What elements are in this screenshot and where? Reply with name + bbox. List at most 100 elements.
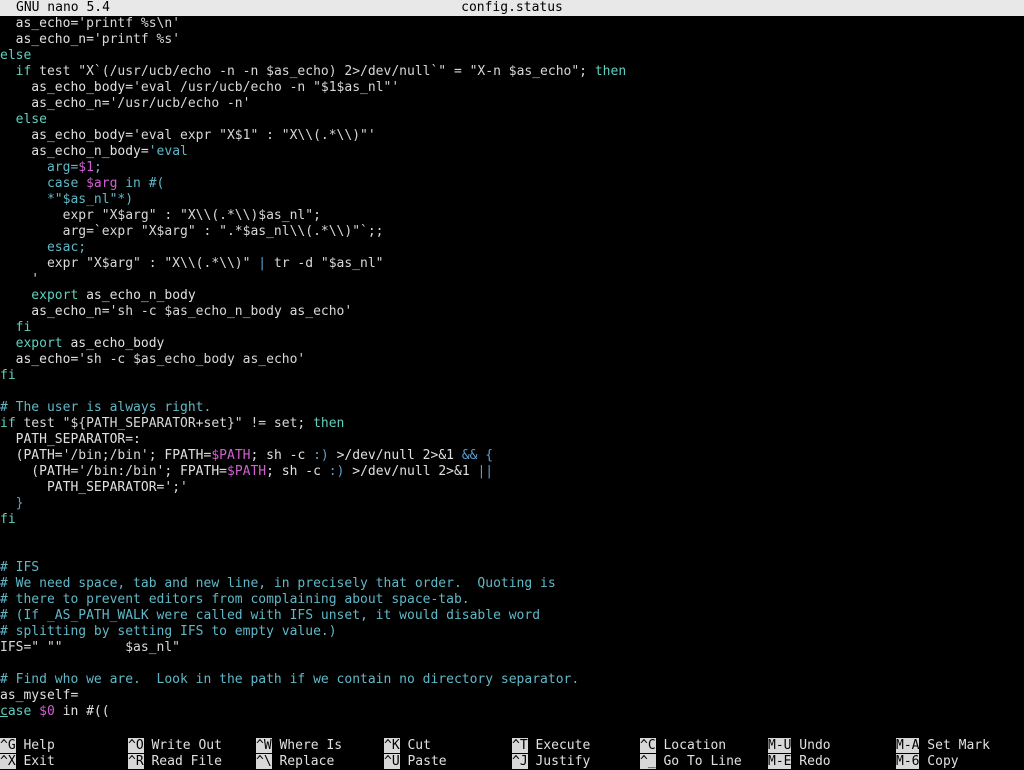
code-line[interactable]: # splitting by setting IFS to empty valu… [0, 624, 1024, 640]
shortcut-undo[interactable]: M-U Undo [768, 738, 831, 754]
code-line[interactable] [0, 528, 1024, 544]
code-line[interactable]: } [0, 496, 1024, 512]
code-token: as_echo_n_body= [0, 144, 149, 159]
shortcut-label: Set Mark [919, 738, 990, 753]
shortcut-key: ^X [0, 754, 16, 769]
code-line[interactable]: PATH_SEPARATOR=';' [0, 480, 1024, 496]
shortcut-write-out[interactable]: ^O Write Out [128, 738, 222, 754]
code-line[interactable] [0, 544, 1024, 560]
code-line[interactable]: as_myself= [0, 688, 1024, 704]
code-line[interactable]: arg=$1; [0, 160, 1024, 176]
shortcut-cut[interactable]: ^K Cut [384, 738, 431, 754]
shortcut-key: M-U [768, 738, 792, 753]
code-line[interactable]: # We need space, tab and new line, in pr… [0, 576, 1024, 592]
code-token: # splitting by setting IFS to empty valu… [0, 624, 337, 639]
code-line[interactable]: fi [0, 368, 1024, 384]
shortcut-label: Exit [15, 754, 55, 769]
code-line[interactable]: fi [0, 320, 1024, 336]
code-line[interactable]: esac; [0, 240, 1024, 256]
code-token: as_echo_body= [0, 80, 134, 95]
code-line[interactable]: # Find who we are. Look in the path if w… [0, 672, 1024, 688]
code-token: | [258, 256, 267, 271]
code-line[interactable]: # there to prevent editors from complain… [0, 592, 1024, 608]
code-line[interactable]: # IFS [0, 560, 1024, 576]
code-line[interactable]: as_echo_n='printf %s' [0, 32, 1024, 48]
code-token: PATH_SEPARATOR= [0, 480, 165, 495]
code-token: IFS=" "" $as_nl" [0, 640, 181, 655]
code-line[interactable]: (PATH='/bin;/bin'; FPATH=$PATH; sh -c :)… [0, 448, 1024, 464]
shortcut-key: ^R [128, 754, 144, 769]
code-token: case [0, 176, 87, 191]
code-line[interactable]: export as_echo_n_body [0, 288, 1024, 304]
code-line[interactable]: arg=`expr "X$arg" : ".*$as_nl\\(.*\\)"`;… [0, 224, 1024, 240]
code-line[interactable]: expr "X$arg" : "X\\(.*\\)" | tr -d "$as_… [0, 256, 1024, 272]
code-token: ; sh -c [266, 464, 329, 479]
code-token: then [594, 64, 627, 79]
code-line[interactable]: else [0, 48, 1024, 64]
code-token: # (If _AS_PATH_WALK were called with IFS… [0, 608, 541, 623]
shortcut-label: Go To Line [655, 754, 742, 769]
code-line[interactable]: # (If _AS_PATH_WALK were called with IFS… [0, 608, 1024, 624]
title-bar: GNU nano 5.4 config.status [0, 0, 1024, 16]
shortcut-key: M-6 [896, 754, 920, 769]
code-line[interactable]: case $arg in #( [0, 176, 1024, 192]
shortcut-where-is[interactable]: ^W Where Is [256, 738, 342, 754]
code-token: && { [461, 448, 494, 463]
code-token: as_echo_n_body [78, 288, 196, 303]
editor-buffer[interactable]: as_echo='printf %s\n' as_echo_n='printf … [0, 16, 1024, 720]
code-token: arg=`expr "X$arg" : ".*$as_nl\\(.*\\)"`;… [0, 224, 384, 239]
shortcut-key: M-E [768, 754, 792, 769]
code-line[interactable]: export as_echo_body [0, 336, 1024, 352]
code-token: >/dev/null 2>&1 [328, 448, 462, 463]
code-token: 'printf %s\n' [78, 16, 181, 31]
code-token: export [0, 288, 79, 303]
code-token: fi [0, 512, 16, 527]
code-line[interactable]: as_echo_body='eval expr "X$1" : "X\\(.*\… [0, 128, 1024, 144]
code-token: ase [7, 704, 40, 719]
shortcut-execute[interactable]: ^T Execute [512, 738, 590, 754]
shortcut-key: ^U [384, 754, 400, 769]
code-token: as_echo_n= [0, 96, 110, 111]
code-token: ; [93, 160, 102, 175]
code-line[interactable]: fi [0, 512, 1024, 528]
code-line[interactable]: *"$as_nl"*) [0, 192, 1024, 208]
code-line[interactable]: as_echo_n='/usr/ucb/echo -n' [0, 96, 1024, 112]
shortcut-label: Redo [791, 754, 831, 769]
code-line[interactable]: IFS=" "" $as_nl" [0, 640, 1024, 656]
code-line[interactable] [0, 656, 1024, 672]
code-line[interactable]: case $0 in #(( [0, 704, 1024, 720]
shortcut-key: ^_ [640, 754, 656, 769]
code-token: fi [0, 368, 16, 383]
shortcut-key: ^\ [256, 754, 272, 769]
code-token: arg= [0, 160, 79, 175]
shortcut-key: M-A [896, 738, 920, 753]
code-line[interactable]: if test "${PATH_SEPARATOR+set}" != set; … [0, 416, 1024, 432]
code-token: fi [0, 320, 32, 335]
code-line[interactable] [0, 384, 1024, 400]
code-line[interactable]: as_echo_n_body='eval [0, 144, 1024, 160]
code-line[interactable]: ' [0, 272, 1024, 288]
code-line[interactable]: as_echo='printf %s\n' [0, 16, 1024, 32]
code-token: 'printf %s' [93, 32, 181, 47]
code-token: $1 [78, 160, 94, 175]
shortcut-label: Undo [791, 738, 831, 753]
code-line[interactable]: # The user is always right. [0, 400, 1024, 416]
shortcut-set-mark[interactable]: M-A Set Mark [896, 738, 990, 754]
code-line[interactable]: else [0, 112, 1024, 128]
shortcut-key: ^W [256, 738, 272, 753]
code-line[interactable]: as_echo_n='sh -c $as_echo_n_body as_echo… [0, 304, 1024, 320]
code-line[interactable]: expr "X$arg" : "X\\(.*\\)$as_nl"; [0, 208, 1024, 224]
code-token: ';' [164, 480, 188, 495]
code-line[interactable]: (PATH='/bin:/bin'; FPATH=$PATH; sh -c :)… [0, 464, 1024, 480]
code-line[interactable]: PATH_SEPARATOR=: [0, 432, 1024, 448]
code-line[interactable]: as_echo_body='eval /usr/ucb/echo -n "$1$… [0, 80, 1024, 96]
shortcut-help[interactable]: ^G Help [0, 738, 55, 754]
code-token: 'sh -c $as_echo_body as_echo' [78, 352, 306, 367]
code-line[interactable]: as_echo='sh -c $as_echo_body as_echo' [0, 352, 1024, 368]
code-token: as_echo_body= [0, 128, 134, 143]
code-line[interactable]: if test "X`(/usr/ucb/echo -n -n $as_echo… [0, 64, 1024, 80]
code-token: *"$as_nl"*) [0, 192, 134, 207]
shortcut-location[interactable]: ^C Location [640, 738, 726, 754]
code-token: then [313, 416, 345, 431]
code-token: export [0, 336, 63, 351]
